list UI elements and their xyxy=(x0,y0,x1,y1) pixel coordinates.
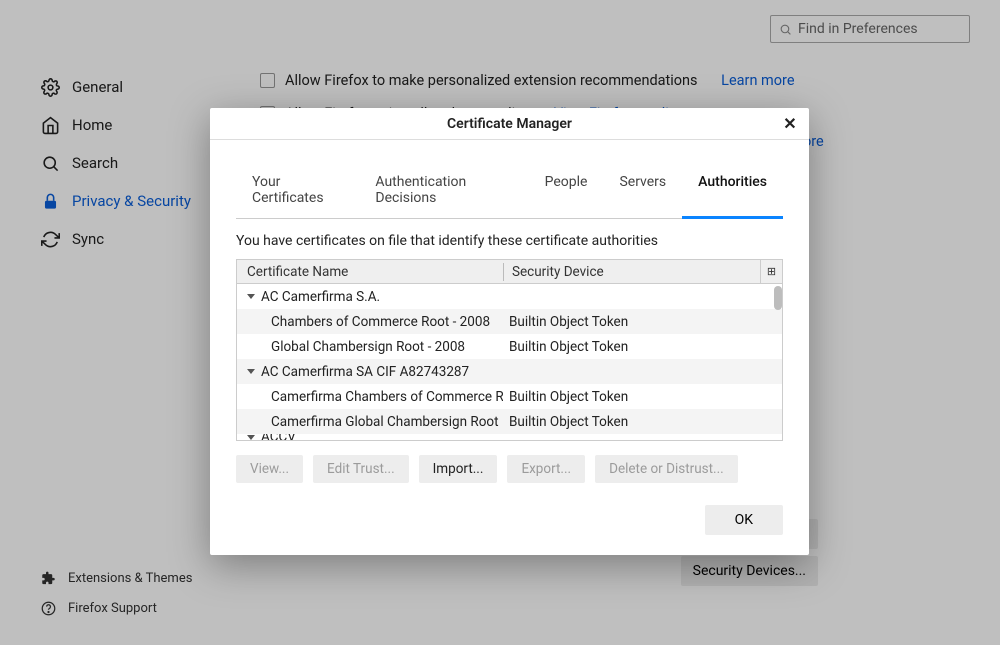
table-row[interactable]: Global Chambersign Root - 2008 Builtin O… xyxy=(237,334,782,359)
certificate-manager-dialog: Certificate Manager ✕ Your Certificates … xyxy=(210,108,809,555)
dialog-description: You have certificates on file that ident… xyxy=(210,219,809,259)
cell-name: Global Chambersign Root - 2008 xyxy=(271,339,465,355)
scrollbar-thumb[interactable] xyxy=(774,286,782,310)
column-header-name[interactable]: Certificate Name xyxy=(237,264,503,280)
table-row-group[interactable]: ACCV xyxy=(237,434,782,440)
table-row-group[interactable]: AC Camerfirma S.A. xyxy=(237,284,782,309)
table-header: Certificate Name Security Device ⊞ xyxy=(237,260,782,284)
tab-authentication-decisions[interactable]: Authentication Decisions xyxy=(359,164,528,218)
cell-name: ACCV xyxy=(261,434,296,440)
close-icon[interactable]: ✕ xyxy=(777,110,803,136)
table-row-group[interactable]: AC Camerfirma SA CIF A82743287 xyxy=(237,359,782,384)
view-button[interactable]: View... xyxy=(236,455,303,483)
tab-people[interactable]: People xyxy=(529,164,604,218)
cell-name: Camerfirma Chambers of Commerce Root xyxy=(271,389,503,405)
cell-name: Camerfirma Global Chambersign Root xyxy=(271,414,499,430)
chevron-down-icon[interactable] xyxy=(247,369,255,374)
cell-name: AC Camerfirma S.A. xyxy=(261,289,380,305)
table-row[interactable]: Camerfirma Global Chambersign Root Built… xyxy=(237,409,782,434)
delete-distrust-button[interactable]: Delete or Distrust... xyxy=(595,455,738,483)
table-body[interactable]: AC Camerfirma S.A. Chambers of Commerce … xyxy=(237,284,782,440)
cell-device: Builtin Object Token xyxy=(503,414,782,430)
export-button[interactable]: Export... xyxy=(507,455,585,483)
tab-your-certificates[interactable]: Your Certificates xyxy=(236,164,359,218)
cell-name: AC Camerfirma SA CIF A82743287 xyxy=(261,364,469,380)
column-header-device[interactable]: Security Device xyxy=(504,264,760,280)
column-picker-icon[interactable]: ⊞ xyxy=(760,260,782,283)
tab-authorities[interactable]: Authorities xyxy=(682,164,783,219)
edit-trust-button[interactable]: Edit Trust... xyxy=(313,455,409,483)
dialog-title: Certificate Manager xyxy=(447,116,572,132)
import-button[interactable]: Import... xyxy=(419,455,498,483)
cell-device: Builtin Object Token xyxy=(503,389,782,405)
ok-button[interactable]: OK xyxy=(705,505,783,535)
dialog-header: Certificate Manager ✕ xyxy=(210,108,809,140)
table-row[interactable]: Chambers of Commerce Root - 2008 Builtin… xyxy=(237,309,782,334)
tab-servers[interactable]: Servers xyxy=(603,164,682,218)
action-buttons: View... Edit Trust... Import... Export..… xyxy=(236,455,783,483)
chevron-down-icon[interactable] xyxy=(247,435,255,440)
cell-name: Chambers of Commerce Root - 2008 xyxy=(271,314,490,330)
tab-bar: Your Certificates Authentication Decisio… xyxy=(236,164,783,219)
cell-device: Builtin Object Token xyxy=(503,339,782,355)
cell-device: Builtin Object Token xyxy=(503,314,782,330)
table-row[interactable]: Camerfirma Chambers of Commerce Root Bui… xyxy=(237,384,782,409)
chevron-down-icon[interactable] xyxy=(247,294,255,299)
certificates-table: Certificate Name Security Device ⊞ AC Ca… xyxy=(236,259,783,441)
